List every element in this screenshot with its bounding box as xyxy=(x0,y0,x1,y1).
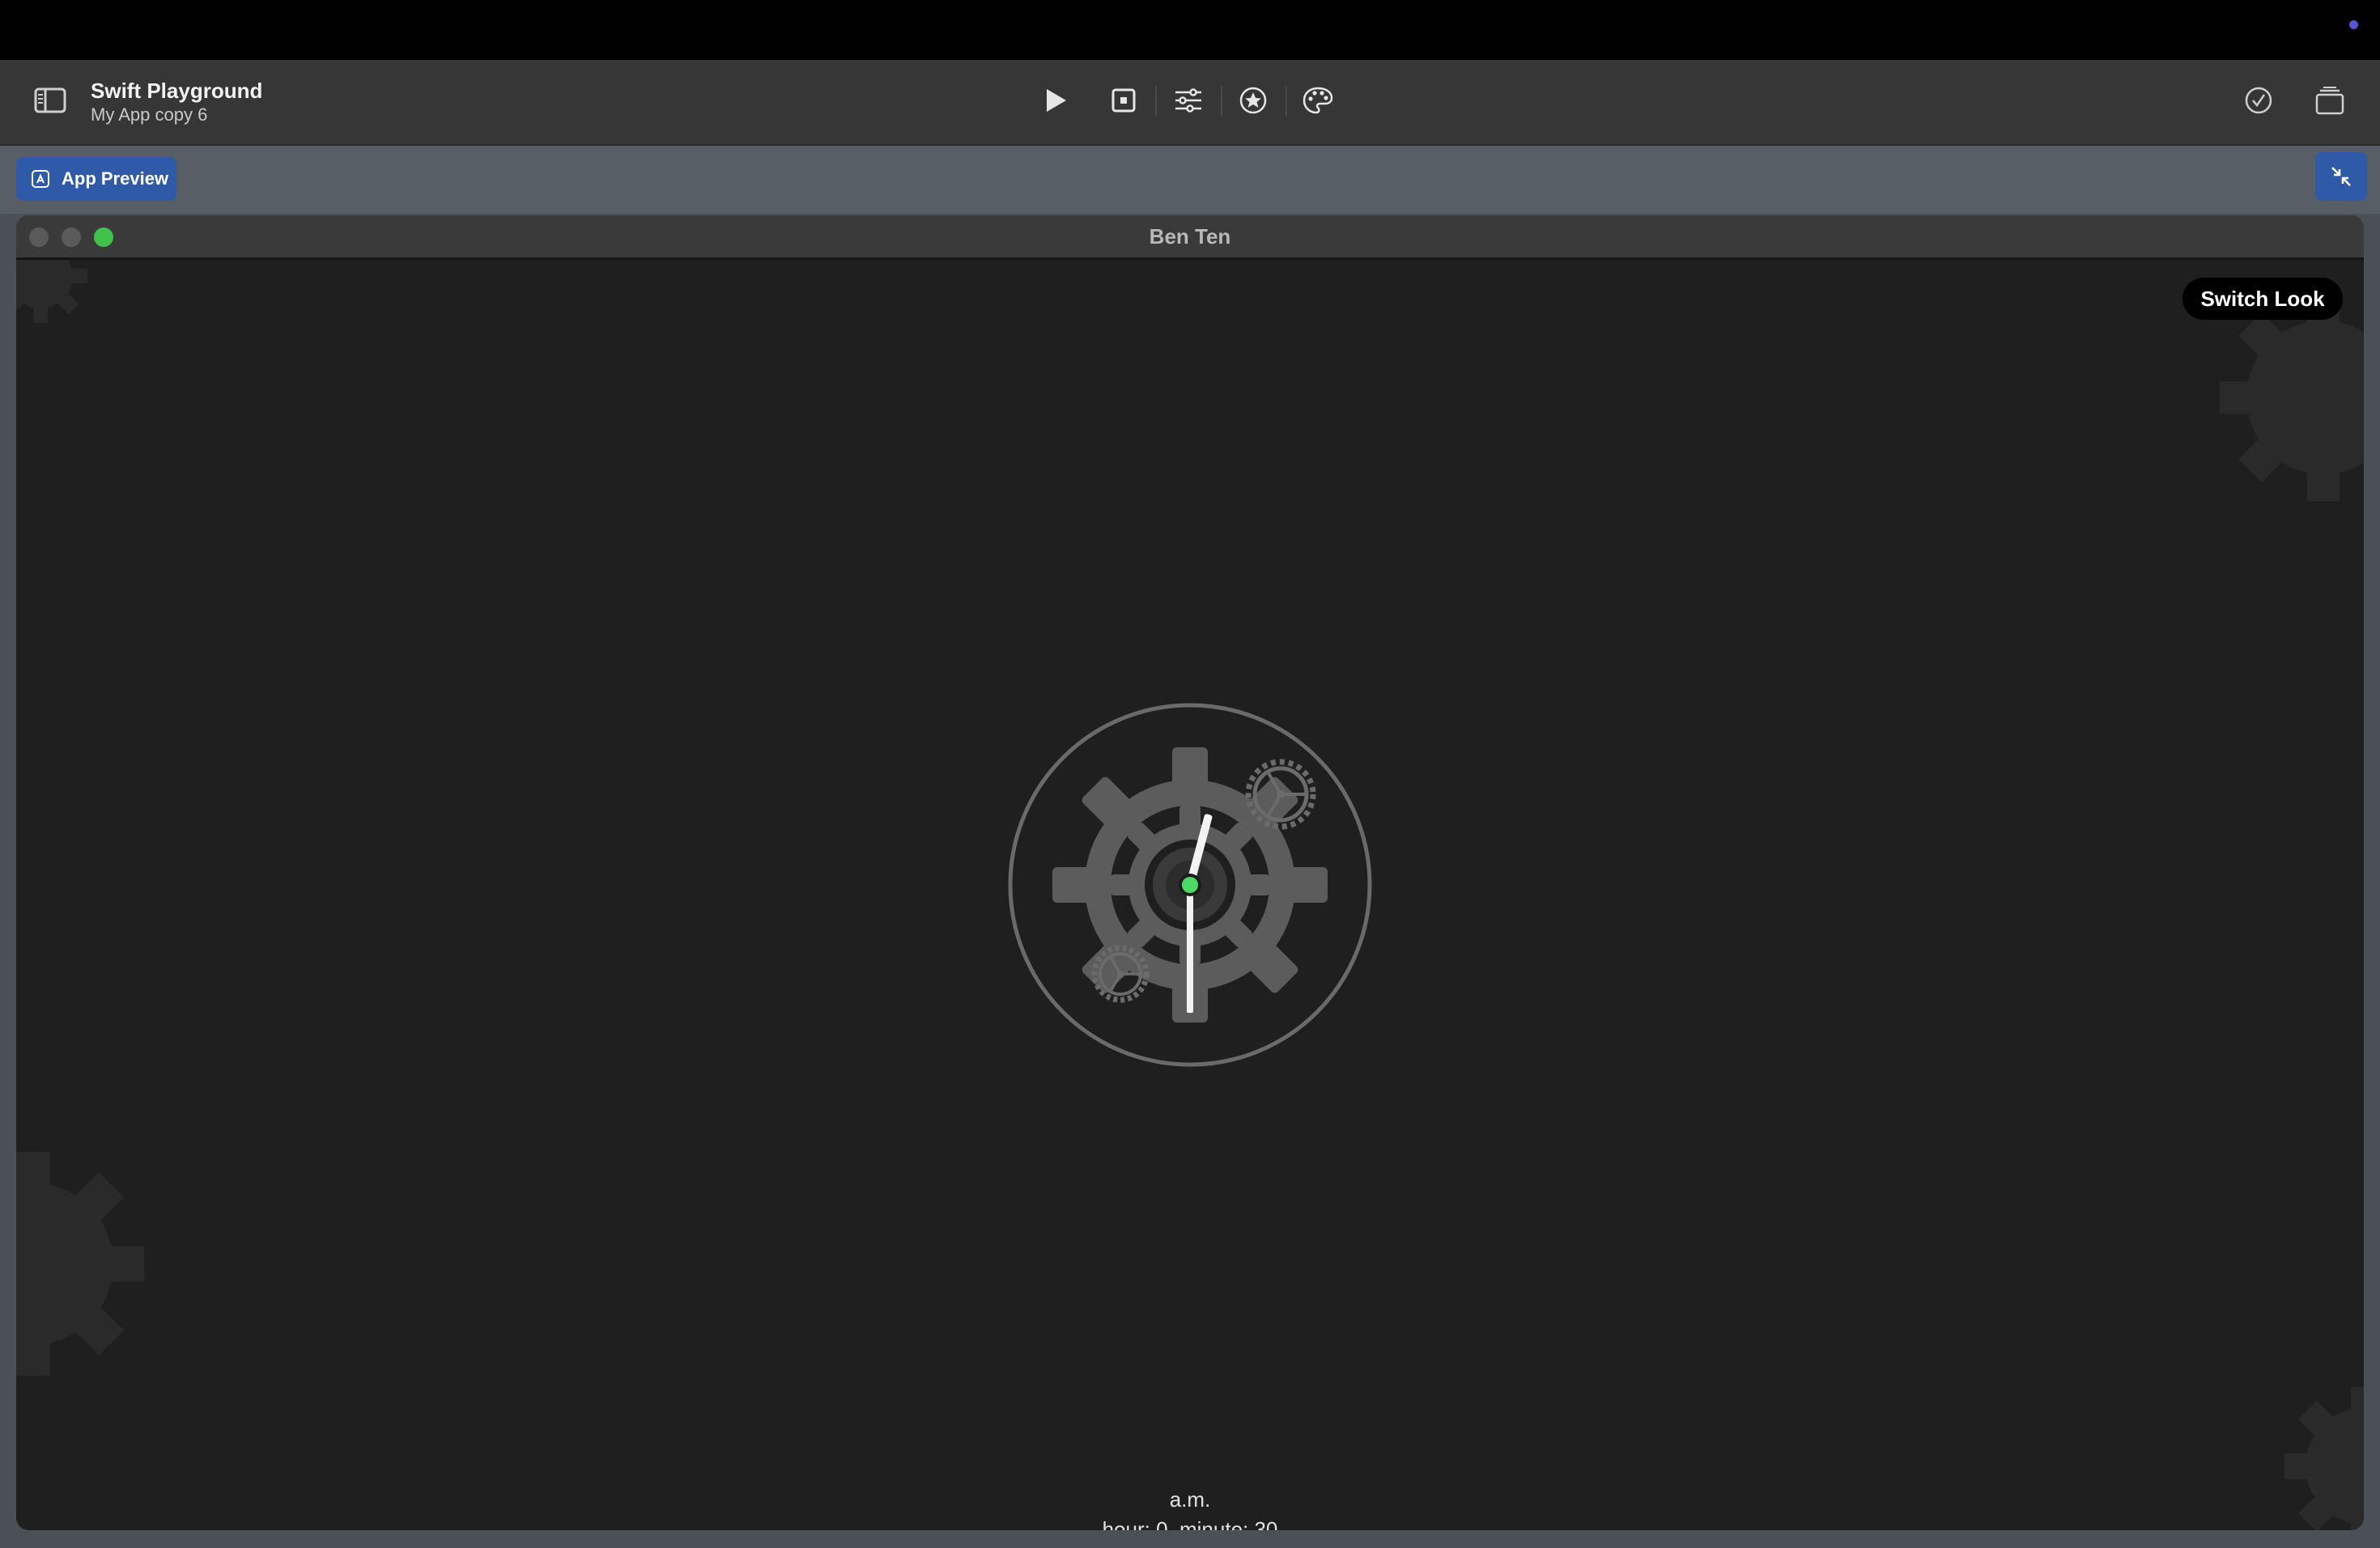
background-gear-icon xyxy=(16,1152,144,1376)
toolbar-separator xyxy=(1221,86,1222,117)
sidebar-icon[interactable] xyxy=(26,76,74,125)
window-title-bar: Ben Ten xyxy=(16,215,2364,260)
minute-hand xyxy=(1187,885,1193,1013)
period-label: a.m. xyxy=(1169,1487,1211,1512)
sliders-icon[interactable] xyxy=(1164,76,1213,125)
project-name: My App copy 6 xyxy=(91,104,208,125)
app-window: Ben Ten Switch Look a.m. hour: 0, minute… xyxy=(16,215,2364,1530)
center-dot xyxy=(1182,877,1198,893)
app-preview-button[interactable]: App Preview xyxy=(16,157,176,201)
status-indicator-dot xyxy=(2349,20,2358,29)
switch-look-button[interactable]: Switch Look xyxy=(2182,278,2343,320)
collapse-arrows-icon xyxy=(2331,167,2351,186)
background-gear-icon xyxy=(2220,294,2364,501)
app-content: Switch Look a.m. hour: 0, minute: 30 xyxy=(16,260,2364,1530)
play-icon[interactable] xyxy=(1031,76,1080,125)
checkmark-circle-icon[interactable] xyxy=(2234,76,2283,125)
preview-bar: App Preview xyxy=(0,146,2380,214)
background-gear-icon xyxy=(2284,1387,2364,1530)
toolbar: Swift Playground My App copy 6 xyxy=(0,60,2380,146)
background-gear-icon xyxy=(16,260,87,323)
palette-icon[interactable] xyxy=(1294,76,1342,125)
collapse-preview-button[interactable] xyxy=(2315,152,2367,201)
app-preview-label: App Preview xyxy=(62,168,169,189)
toolbar-separator xyxy=(1155,86,1157,117)
toolbar-separator xyxy=(1286,86,1287,117)
stop-icon[interactable] xyxy=(1099,76,1148,125)
app-title: Swift Playground xyxy=(91,79,263,103)
menu-bar xyxy=(0,0,2380,60)
star-badge-icon[interactable] xyxy=(1229,76,1277,125)
window-title: Ben Ten xyxy=(1149,224,1231,249)
gear-clock xyxy=(1008,703,1372,1067)
project-title-block: Swift Playground My App copy 6 xyxy=(91,78,262,126)
stack-icon[interactable] xyxy=(2306,76,2354,125)
time-readout: hour: 0, minute: 30 xyxy=(1102,1517,1278,1530)
app-store-icon xyxy=(32,170,49,188)
